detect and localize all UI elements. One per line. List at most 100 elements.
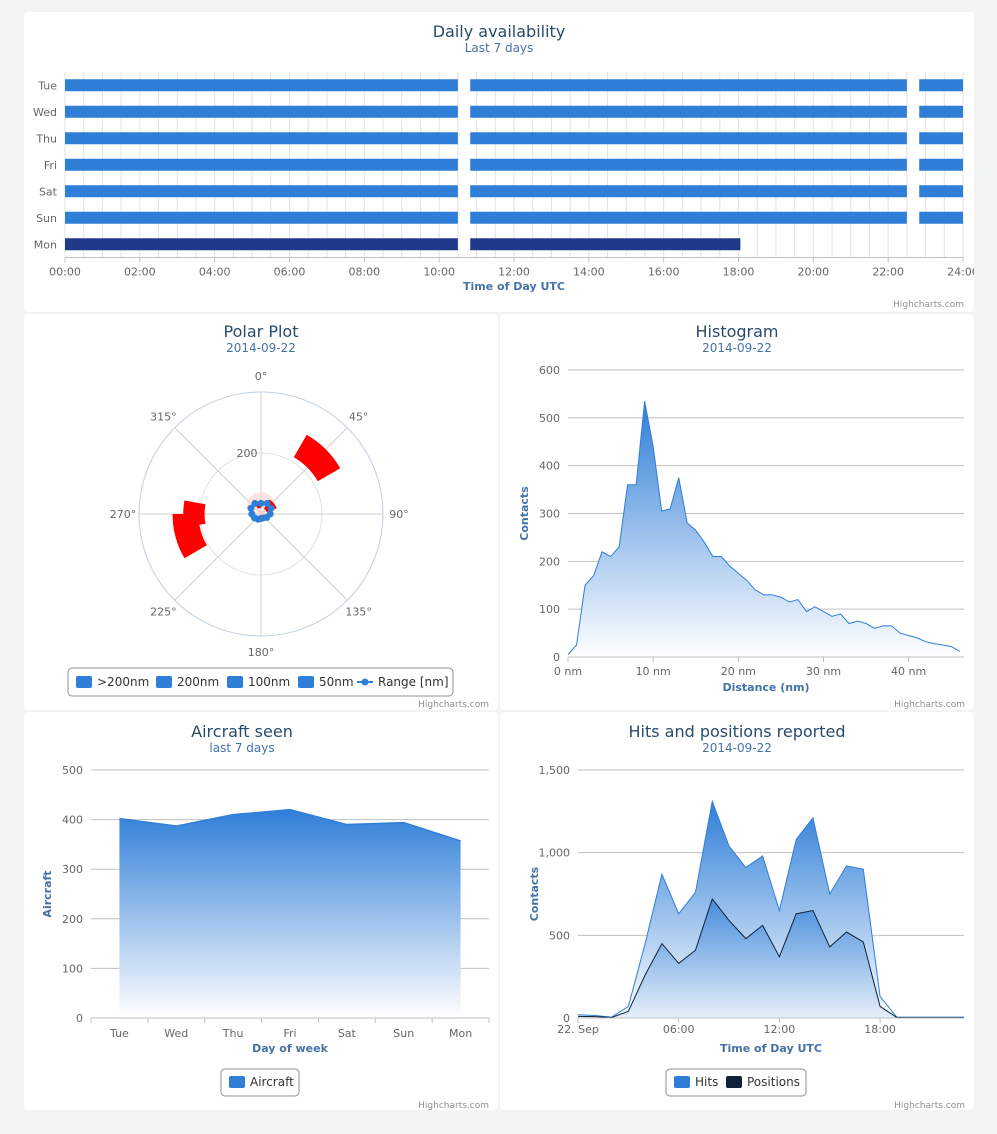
category-label: Tue [37,79,57,92]
x-axis-title: Time of Day UTC [463,280,565,293]
y-tick-label: 0 [76,1012,83,1025]
legend-symbol [156,676,172,688]
x-tick-label: 06:00 [274,266,306,279]
y-tick-label: 200 [539,555,560,568]
x-tick-label: Fri [283,1027,296,1040]
legend-symbol [227,676,243,688]
legend-label: Range [nm] [378,675,449,689]
y-axis-title: Contacts [528,866,541,921]
legend-symbol [674,1076,690,1088]
y-axis-title: Contacts [518,486,531,541]
availability-bar [65,79,458,92]
angle-label: 45° [349,410,369,423]
x-tick-label: Wed [164,1027,188,1040]
range-point [257,499,265,507]
x-tick-label: 18:00 [864,1023,896,1036]
x-tick-label: 22:00 [872,266,904,279]
y-tick-label: 400 [62,814,83,827]
y-tick-label: 1,000 [539,847,571,860]
angle-label: 135° [345,606,372,619]
histogram-panel: Histogram 2014-09-22 0 100 200 300 400 500 600 Co… [500,314,974,710]
category-label: Sat [39,185,58,198]
y-tick-label: 300 [539,508,560,521]
y-tick-label: 400 [539,460,560,473]
sector-over-200nm [183,500,206,528]
availability-bar [470,211,907,224]
angle-label: 270° [110,508,137,521]
polar-chart: Polar Plot2014-09-22 0° 45° 90° 135° 180° 225°… [67,322,489,710]
availability-bar [65,238,458,251]
range-point [251,499,259,507]
chart-title: Hits and positions reported [628,722,845,741]
angle-label: 180° [248,646,275,659]
y-tick-label: 500 [62,764,83,777]
x-tick-label: Sat [338,1027,357,1040]
x-tick-label: Mon [449,1027,472,1040]
availability-bar [470,158,907,171]
x-tick-label: 12:00 [498,266,530,279]
histogram-area [568,401,960,657]
category-label: Sun [36,212,57,225]
x-tick-label: Sun [393,1027,414,1040]
x-tick-label: 22. Sep [557,1023,599,1036]
chart-subtitle: 2014-09-22 [226,341,296,355]
x-axis-title: Time of Day UTC [720,1042,822,1055]
chart-title: Daily availability [433,22,566,41]
availability-bar [919,158,963,171]
x-tick-label: 20 nm [721,665,756,678]
credits-text: Highcharts.com [418,700,489,710]
availability-bar [919,132,963,145]
angle-label: 225° [150,606,177,619]
legend-label: 50nm [319,675,354,689]
category-label: Thu [35,132,57,145]
legend-label: 200nm [177,675,219,689]
aircraft-area [119,809,461,1018]
x-tick-label: 00:00 [49,266,81,279]
hits-chart: Hits and positions reported2014-09-22050… [528,722,965,1111]
category-label: Mon [34,238,57,251]
availability-bar [65,185,458,198]
y-axis-title: Aircraft [41,870,54,917]
legend-label: 100nm [248,675,290,689]
legend-marker [361,678,369,686]
credits-text: Highcharts.com [894,1101,965,1110]
x-tick-label: 40 nm [891,665,926,678]
y-tick-label: 0 [553,651,560,664]
angle-label: 90° [389,508,409,521]
x-tick-label: 06:00 [663,1023,695,1036]
legend-label: >200nm [97,675,149,689]
category-label: Wed [33,106,57,119]
hits-panel: Hits and positions reported 2014-09-22 0 50… [500,712,974,1111]
credits-text: Highcharts.com [894,700,965,710]
angle-label: 315° [150,410,177,423]
chart-subtitle: last 7 days [209,741,274,755]
x-tick-label: 02:00 [124,266,156,279]
legend-symbol [726,1076,742,1088]
x-tick-label: 24:00 [947,266,974,279]
histogram-chart: Histogram2014-09-22 0 100 200 300 400 500 600 Co… [518,322,965,710]
x-tick-label: 16:00 [648,266,680,279]
availability-bar [470,79,907,92]
x-tick-label: 14:00 [573,266,605,279]
availability-bar [919,185,963,198]
legend-label: Hits [695,1075,718,1089]
availability-bar [919,211,963,224]
legend-symbol [298,676,314,688]
y-tick-label: 300 [62,863,83,876]
angle-label: 0° [255,370,268,383]
polar-spoke [260,513,348,601]
x-tick-label: 0 nm [554,665,582,678]
y-tick-label: 100 [539,603,560,616]
legend-label: Positions [747,1075,800,1089]
x-tick-label: 10 nm [636,665,671,678]
availability-bar [919,105,963,118]
y-tick-label: 500 [549,929,570,942]
x-tick-label: 10:00 [423,266,455,279]
availability-bar [470,185,907,198]
y-tick-label: 100 [62,962,83,975]
x-tick-label: Thu [222,1027,244,1040]
y-tick-label: 200 [62,913,83,926]
y-tick-label: 500 [539,412,560,425]
availability-bar [470,105,907,118]
chart-title: Polar Plot [224,322,299,341]
